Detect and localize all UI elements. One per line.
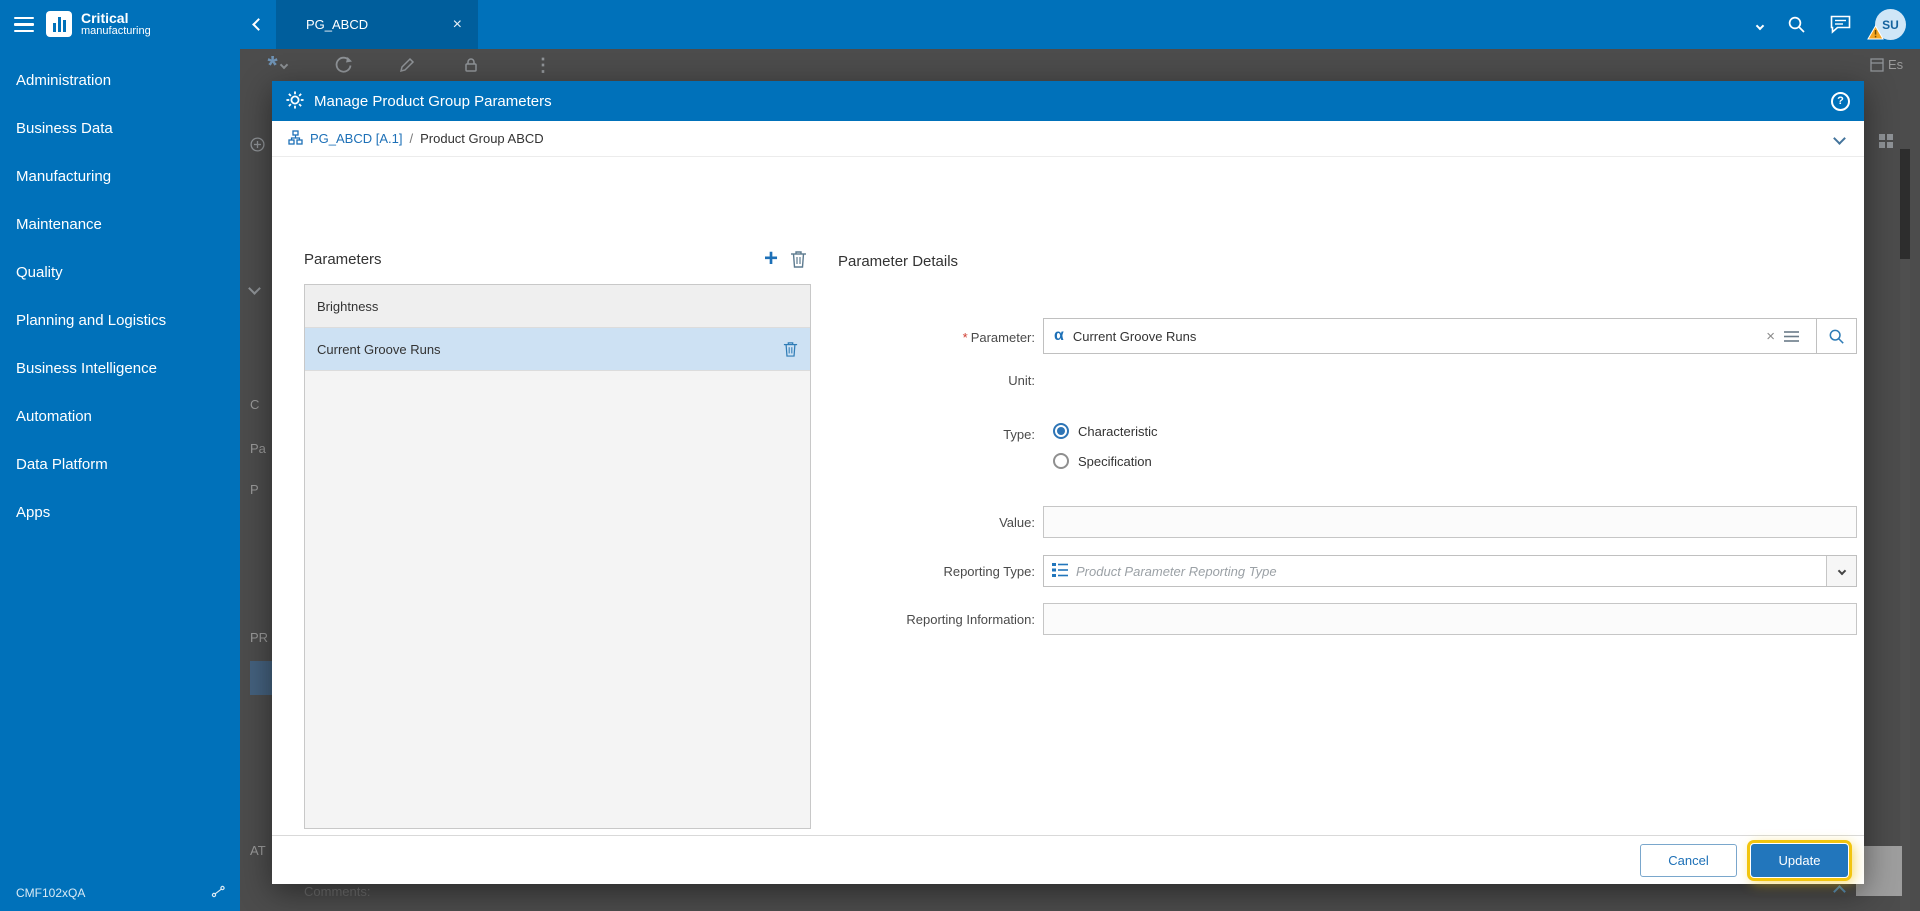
- sidebar-item-automation[interactable]: Automation: [0, 392, 240, 440]
- help-icon[interactable]: ?: [1831, 91, 1850, 111]
- environment-label: CMF102xQA: [16, 886, 86, 900]
- sidebar-item-administration[interactable]: Administration: [0, 56, 240, 104]
- dialog-header: Manage Product Group Parameters ?: [272, 81, 1864, 121]
- list-item-current-groove-runs[interactable]: Current Groove Runs: [305, 328, 810, 371]
- reporting-information-label: Reporting Information:: [906, 612, 1035, 627]
- entity-plus-icon: [250, 137, 265, 155]
- sidebar-item-quality[interactable]: Quality: [0, 248, 240, 296]
- panel-collapse-fragment-icon: [248, 281, 261, 296]
- fragment-text: PR: [250, 630, 269, 645]
- reporting-type-select[interactable]: Product Parameter Reporting Type: [1043, 555, 1857, 587]
- brand-line1: Critical: [81, 10, 129, 27]
- product-group-icon: [288, 129, 303, 148]
- radio-specification-control[interactable]: [1053, 453, 1069, 469]
- parameters-panel-title: Parameters: [304, 250, 382, 268]
- export-fragment: Es: [1870, 57, 1903, 72]
- sidebar-item-planning-and-logistics[interactable]: Planning and Logistics: [0, 296, 240, 344]
- fragment-text: Pa: [250, 441, 266, 456]
- sidebar-item-data-platform[interactable]: Data Platform: [0, 440, 240, 488]
- fragment-text: C: [250, 397, 260, 412]
- brand-text: Critical manufacturing: [81, 11, 151, 37]
- type-label: Type:: [1003, 427, 1035, 442]
- tab-list-dropdown-icon[interactable]: [1755, 16, 1765, 34]
- manage-product-group-parameters-dialog: Manage Product Group Parameters ? PG_ABC…: [272, 81, 1864, 899]
- parameter-options-icon[interactable]: [1784, 330, 1799, 343]
- add-parameter-button[interactable]: +: [757, 245, 785, 273]
- critical-manufacturing-logo-icon: [46, 11, 72, 38]
- top-bar: Critical manufacturing PG_ABCD × SU: [0, 0, 1920, 49]
- avatar-initials: SU: [1882, 17, 1899, 32]
- messages-icon[interactable]: [1830, 15, 1851, 34]
- view-grid-icon: [1878, 133, 1894, 152]
- sidebar-item-manufacturing[interactable]: Manufacturing: [0, 152, 240, 200]
- more-kebab-icon: ⋮: [534, 54, 552, 75]
- fragment-text: P: [250, 482, 259, 497]
- reporting-type-dropdown-icon[interactable]: [1826, 556, 1856, 586]
- reporting-type-placeholder: Product Parameter Reporting Type: [1076, 563, 1277, 579]
- reporting-type-label: Reporting Type:: [943, 564, 1035, 579]
- sidebar: Administration Business Data Manufacturi…: [0, 49, 240, 911]
- topbar-actions: SU: [1755, 9, 1920, 40]
- tab-label: PG_ABCD: [306, 17, 369, 32]
- parameter-picker[interactable]: α Current Groove Runs ×: [1043, 318, 1857, 354]
- parameter-value: Current Groove Runs: [1072, 328, 1197, 344]
- dialog-title: Manage Product Group Parameters: [314, 92, 552, 110]
- breadcrumb-link[interactable]: PG_ABCD [A.1]: [310, 131, 402, 146]
- breadcrumb-current: Product Group ABCD: [420, 131, 544, 146]
- logo: Critical manufacturing: [46, 11, 240, 38]
- parameter-entity-icon: α: [1054, 327, 1064, 344]
- radio-specification[interactable]: Specification: [1053, 453, 1152, 469]
- delete-parameter-button[interactable]: [785, 250, 811, 268]
- sidebar-item-apps[interactable]: Apps: [0, 488, 240, 536]
- parameter-details-title: Parameter Details: [838, 253, 959, 270]
- page-scrollbar-thumb[interactable]: [1900, 149, 1910, 259]
- menu-hamburger-icon[interactable]: [0, 0, 46, 49]
- value-input[interactable]: [1043, 506, 1857, 538]
- value-label: Value:: [999, 515, 1035, 530]
- radio-characteristic[interactable]: Characteristic: [1053, 423, 1157, 439]
- tab-scroll-left-icon[interactable]: [240, 0, 276, 49]
- sidebar-item-business-data[interactable]: Business Data: [0, 104, 240, 152]
- cancel-button[interactable]: Cancel: [1640, 843, 1737, 877]
- search-icon[interactable]: [1787, 15, 1806, 34]
- sidebar-item-maintenance[interactable]: Maintenance: [0, 200, 240, 248]
- sidebar-item-business-intelligence[interactable]: Business Intelligence: [0, 344, 240, 392]
- reporting-type-icon: [1052, 562, 1068, 580]
- dialog-body: Parameters + Brightness Current Groove R…: [272, 157, 1864, 899]
- parameter-search-button[interactable]: [1816, 319, 1856, 353]
- parameters-list: Brightness Current Groove Runs: [304, 284, 811, 829]
- edit-pencil-icon: [392, 51, 422, 79]
- lock-icon: [456, 51, 486, 79]
- selected-row-fragment: [250, 661, 274, 695]
- update-button[interactable]: Update: [1751, 843, 1848, 877]
- reporting-information-input[interactable]: [1043, 603, 1857, 635]
- comments-label: Comments:: [304, 883, 371, 899]
- breadcrumb: PG_ABCD [A.1] / Product Group ABCD: [272, 121, 1864, 157]
- unit-label: Unit:: [1008, 373, 1035, 388]
- tab-close-icon[interactable]: ×: [451, 16, 464, 34]
- comments-collapse-icon[interactable]: [1833, 884, 1846, 899]
- refresh-icon: [328, 51, 358, 79]
- gear-icon: [286, 90, 304, 112]
- warning-badge-icon: [1867, 24, 1884, 43]
- clear-parameter-icon[interactable]: ×: [1766, 328, 1775, 345]
- page-scrollbar[interactable]: [1900, 149, 1910, 911]
- fragment-text: AT: [250, 843, 266, 858]
- breadcrumb-collapse-icon[interactable]: [1833, 131, 1848, 146]
- radio-characteristic-control[interactable]: [1053, 423, 1069, 439]
- list-item-brightness[interactable]: Brightness: [305, 285, 810, 328]
- avatar[interactable]: SU: [1867, 9, 1906, 40]
- parameter-label: * Parameter:: [962, 330, 1035, 345]
- manage-star-icon: *: [262, 50, 292, 80]
- breadcrumb-separator: /: [409, 131, 414, 146]
- tab-pg-abcd[interactable]: PG_ABCD ×: [276, 0, 478, 49]
- required-mark: *: [962, 330, 968, 345]
- environment-icon[interactable]: [211, 885, 226, 901]
- dialog-footer: Cancel Update: [272, 835, 1864, 884]
- brand-line2: manufacturing: [81, 25, 151, 38]
